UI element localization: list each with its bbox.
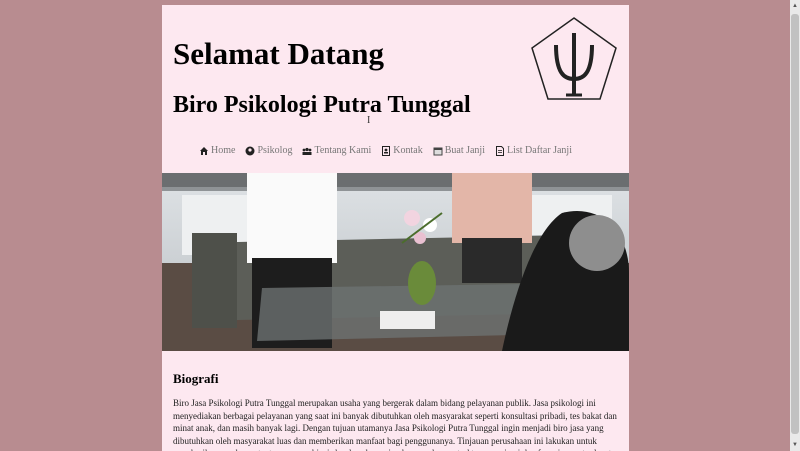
scroll-up-icon[interactable]: ▲ (790, 0, 800, 12)
nav-list-daftar-janji-label: List Daftar Janji (507, 145, 572, 156)
psi-logo-icon (531, 17, 617, 100)
nav-kontak-label: Kontak (393, 145, 423, 156)
main-nav: Home Psikolog Tentang Kami Kontak Buat J… (199, 145, 582, 156)
vertical-scrollbar[interactable]: ▲ ▼ (790, 0, 800, 451)
contact-icon (382, 145, 391, 156)
counseling-photo (162, 173, 629, 351)
group-icon (302, 147, 312, 155)
list-icon (496, 145, 504, 156)
biography-text: Biro Jasa Psikologi Putra Tunggal merupa… (173, 398, 617, 451)
nav-home[interactable]: Home (199, 145, 235, 156)
calendar-icon (433, 147, 443, 155)
nav-list-daftar-janji[interactable]: List Daftar Janji (495, 145, 572, 156)
nav-psikolog[interactable]: Psikolog (245, 145, 292, 156)
welcome-heading: Selamat Datang (173, 36, 384, 71)
page-container: Selamat Datang Biro Psikologi Putra Tung… (162, 5, 629, 451)
nav-tentang-kami-label: Tentang Kami (314, 145, 372, 156)
hero-illustration (162, 173, 629, 351)
nav-tentang-kami[interactable]: Tentang Kami (302, 145, 371, 156)
nav-psikolog-label: Psikolog (257, 145, 293, 156)
nav-buat-janji[interactable]: Buat Janji (433, 145, 485, 156)
scroll-down-icon[interactable]: ▼ (790, 439, 800, 451)
nav-kontak[interactable]: Kontak (381, 145, 423, 156)
nav-home-label: Home (211, 145, 236, 156)
person-icon (245, 146, 255, 155)
bureau-name-heading: Biro Psikologi Putra Tunggal (173, 92, 471, 118)
home-icon (200, 146, 208, 155)
nav-buat-janji-label: Buat Janji (444, 145, 485, 156)
scroll-thumb[interactable] (791, 14, 799, 434)
text-cursor-icon: I (367, 115, 371, 126)
biography-title: Biografi (173, 371, 219, 386)
header: Selamat Datang Biro Psikologi Putra Tung… (162, 5, 629, 173)
